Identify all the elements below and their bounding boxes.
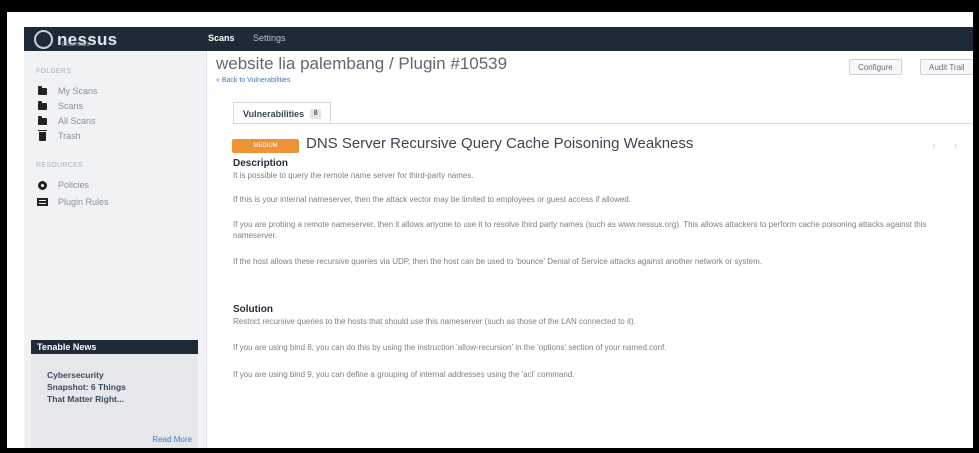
sidebar-heading-folders: FOLDERS xyxy=(36,68,72,75)
page-title: website lia palembang / Plugin #10539 xyxy=(216,54,508,73)
nav-tab-scans[interactable]: Scans xyxy=(208,33,235,43)
back-to-vulnerabilities-link[interactable]: « Back to Vulnerabilities xyxy=(216,77,290,84)
configure-button[interactable]: Configure xyxy=(849,59,902,75)
sidebar-item-label: My Scans xyxy=(58,86,98,96)
pager-arrows[interactable]: ‹ › xyxy=(933,140,966,150)
sidebar-item-my-scans[interactable]: My Scans xyxy=(34,84,98,98)
audit-trail-button[interactable]: Audit Trail xyxy=(920,59,973,75)
tenable-news-widget: Tenable News Cybersecurity Snapshot: 6 T… xyxy=(31,340,198,448)
solution-paragraph: Restrict recursive queries to the hosts … xyxy=(233,317,636,326)
folder-icon xyxy=(34,85,50,95)
folder-icon xyxy=(34,100,50,110)
sidebar-item-label: Trash xyxy=(58,131,81,141)
sidebar: FOLDERS My Scans Scans All Scans Trash R… xyxy=(24,51,207,448)
sidebar-item-label: Plugin Rules xyxy=(58,197,109,207)
logo-ring-icon xyxy=(34,29,53,49)
tab-count-badge: 8 xyxy=(310,108,322,119)
vulnerability-title: DNS Server Recursive Query Cache Poisoni… xyxy=(306,135,694,152)
logo-subtitle: Essentials xyxy=(62,42,90,48)
sidebar-item-scans[interactable]: Scans xyxy=(34,99,83,113)
solution-heading: Solution xyxy=(233,304,273,315)
tab-divider xyxy=(233,123,973,124)
news-heading: Tenable News xyxy=(31,340,198,354)
sidebar-item-plugin-rules[interactable]: Plugin Rules xyxy=(34,195,109,209)
top-navbar: nessus Essentials Scans Settings xyxy=(24,27,973,51)
rules-icon xyxy=(34,198,50,206)
sidebar-item-label: Scans xyxy=(58,101,84,111)
read-more-link[interactable]: Read More xyxy=(152,435,192,444)
severity-badge: MEDIUM xyxy=(232,139,299,153)
sidebar-item-all-scans[interactable]: All Scans xyxy=(34,114,96,128)
description-heading: Description xyxy=(233,158,289,169)
news-headline-link[interactable]: Cybersecurity Snapshot: 6 Things That Ma… xyxy=(31,354,198,405)
app-window: nessus Essentials Scans Settings FOLDERS… xyxy=(24,27,973,448)
description-paragraph: If you are probing a remote nameserver, … xyxy=(233,220,927,240)
main-content: website lia palembang / Plugin #10539 « … xyxy=(206,51,973,448)
sidebar-item-label: All Scans xyxy=(58,116,96,126)
trash-icon xyxy=(34,129,50,141)
description-paragraph: If the host allows these recursive queri… xyxy=(233,257,762,266)
sidebar-item-policies[interactable]: Policies xyxy=(34,178,89,192)
tab-vulnerabilities[interactable]: Vulnerabilities 8 xyxy=(233,102,332,124)
solution-paragraph: If you are using bind 9, you can define … xyxy=(233,370,575,379)
folder-icon xyxy=(34,115,50,125)
gear-icon xyxy=(34,180,50,190)
sidebar-heading-resources: RESOURCES xyxy=(36,162,84,169)
description-paragraph: If this is your internal nameserver, the… xyxy=(233,195,631,204)
description-paragraph: It is possible to query the remote name … xyxy=(233,171,474,180)
sidebar-item-label: Policies xyxy=(58,180,90,190)
sidebar-item-trash[interactable]: Trash xyxy=(34,129,81,143)
tab-label: Vulnerabilities xyxy=(243,108,305,119)
nav-tab-settings[interactable]: Settings xyxy=(253,33,286,43)
solution-paragraph: If you are using bind 8, you can do this… xyxy=(233,343,667,352)
